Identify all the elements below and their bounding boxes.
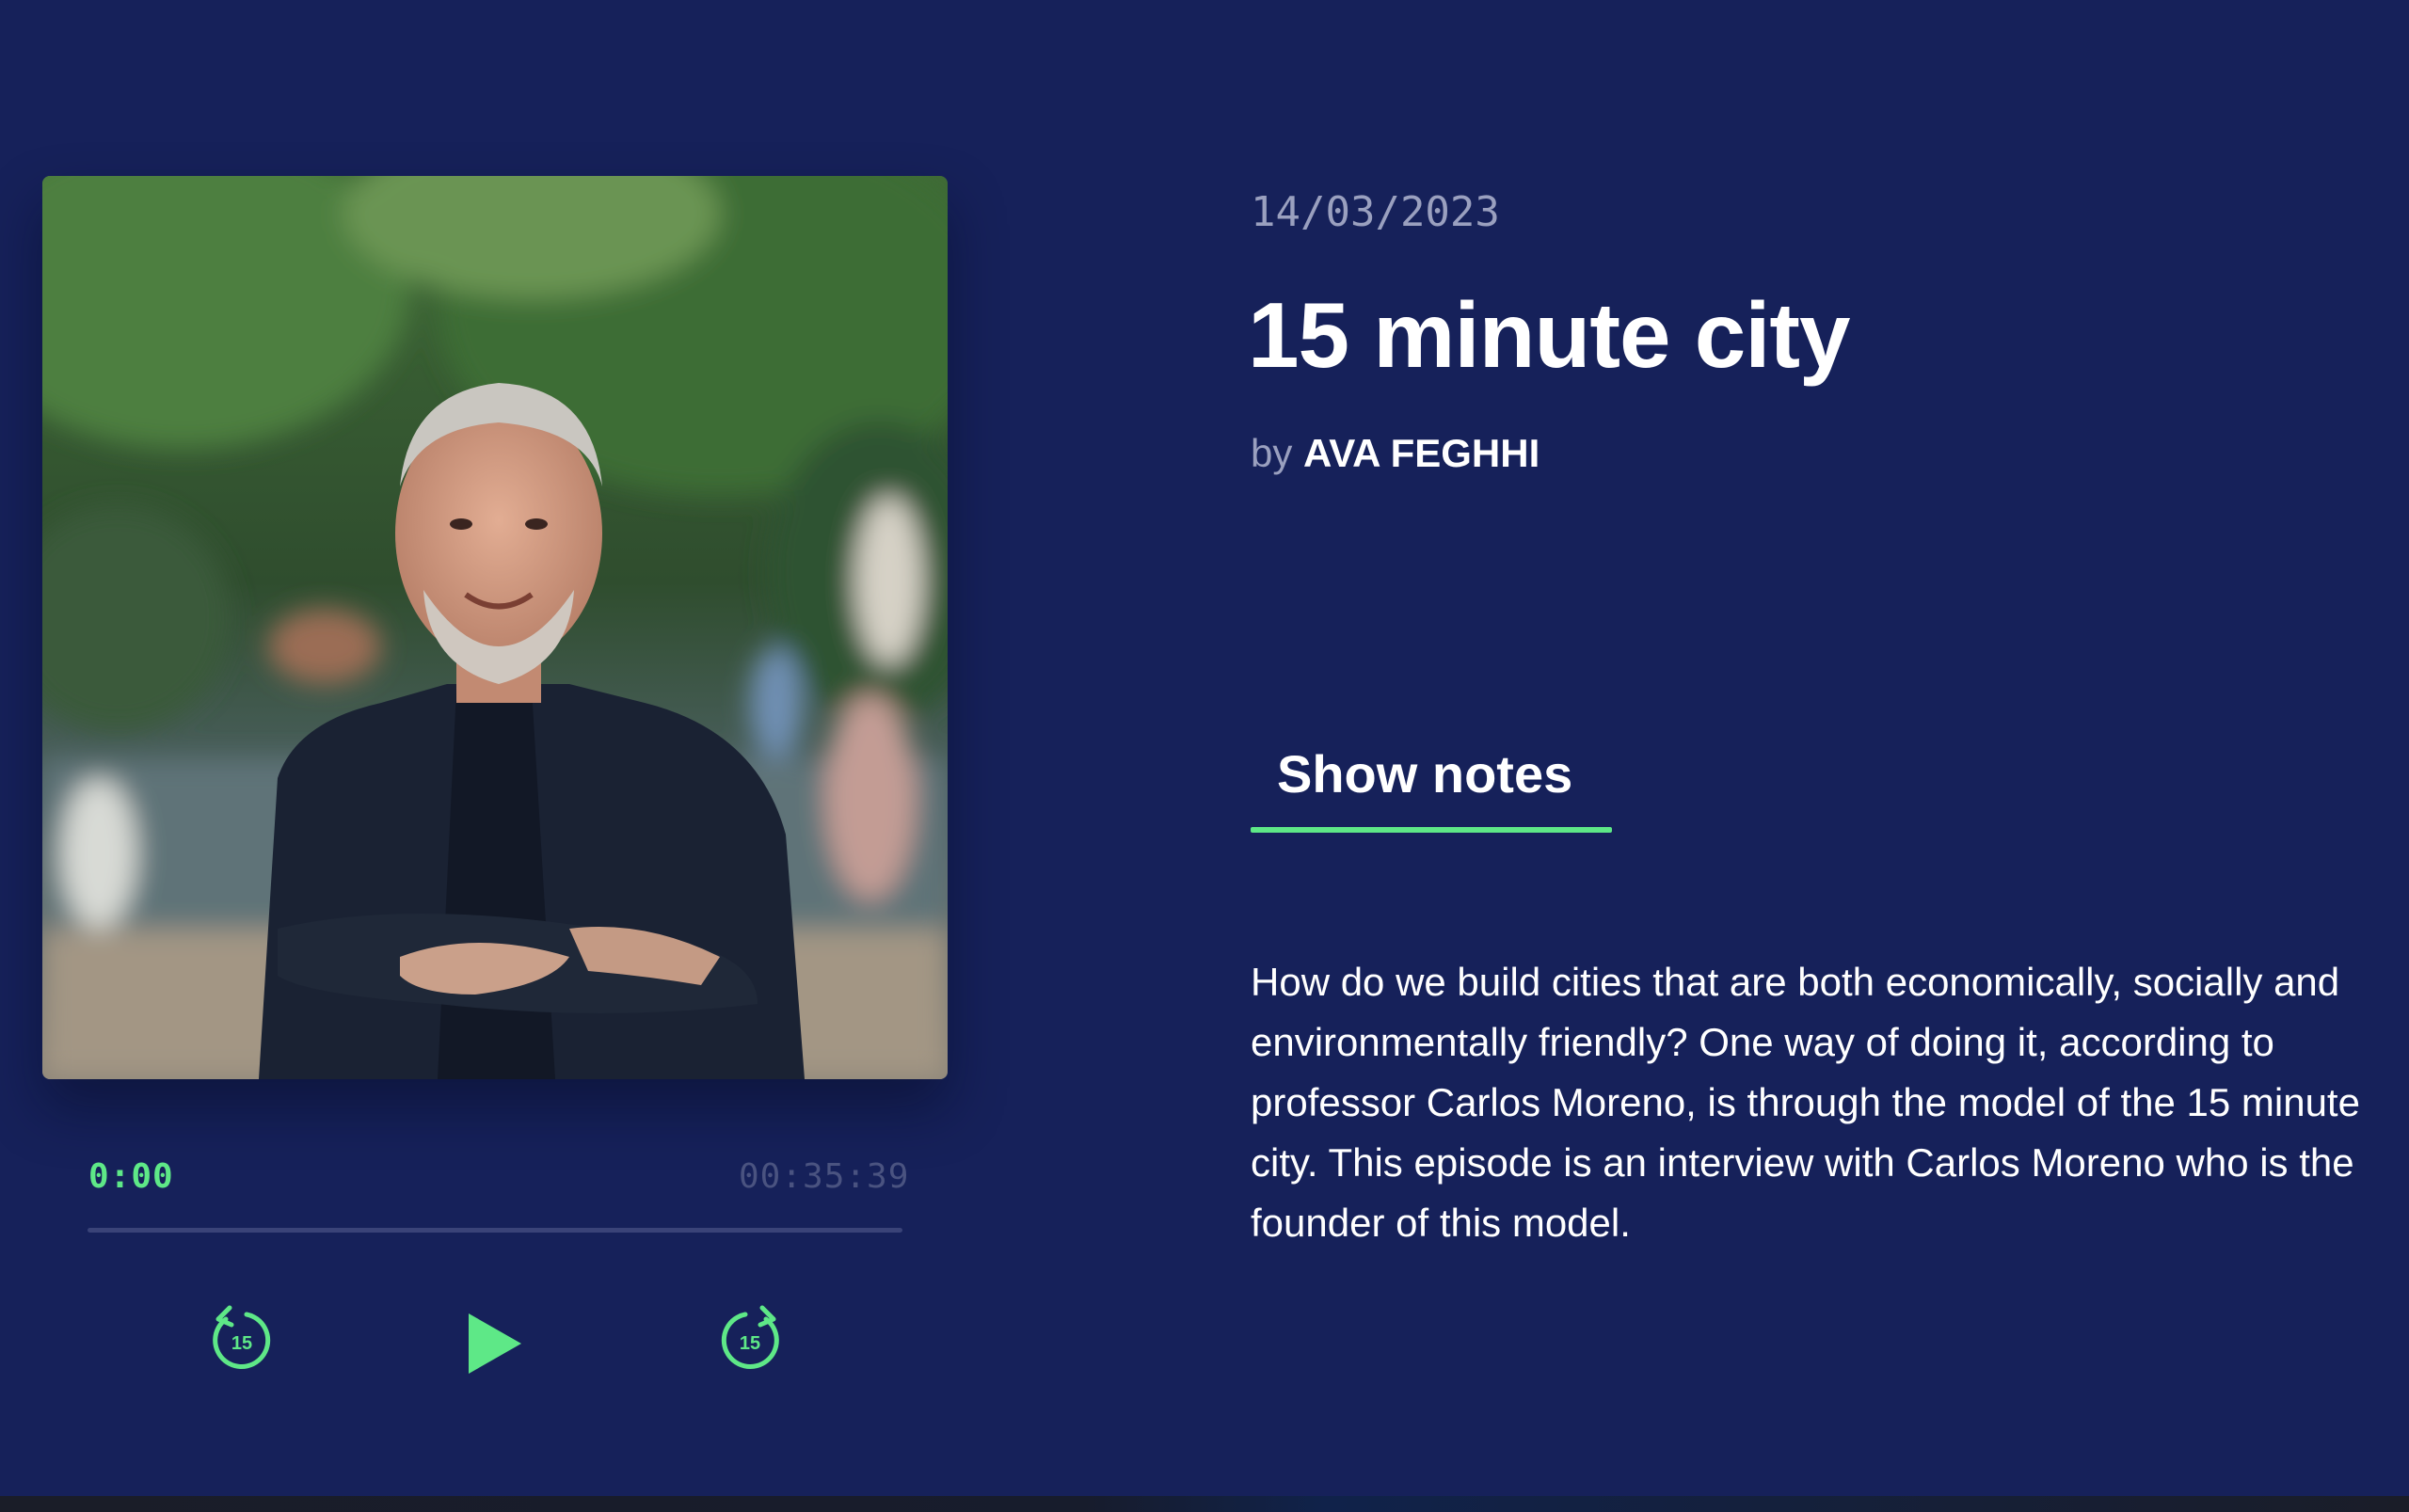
forward-15-icon: 15 (721, 1305, 779, 1369)
tab-show-notes[interactable]: Show notes (1251, 734, 1612, 833)
tab-show-notes-label: Show notes (1277, 744, 1573, 804)
bottom-edge-bar (0, 1496, 2409, 1512)
episode-page: 0:00 00:35:39 15 15 14/03/2023 15 minute… (0, 0, 2409, 1496)
episode-cover-image (42, 176, 948, 1079)
forward-seconds-label: 15 (740, 1333, 760, 1354)
byline-prefix: by (1251, 431, 1293, 475)
episode-title: 15 minute city (1248, 283, 1851, 387)
forward-15-button[interactable]: 15 (708, 1294, 792, 1378)
play-button[interactable] (450, 1298, 540, 1389)
active-tab-indicator (1251, 827, 1612, 833)
rewind-15-icon: 15 (213, 1305, 271, 1369)
show-notes-text: How do we build cities that are both eco… (1251, 960, 2360, 1245)
author-name[interactable]: AVA FEGHHI (1303, 431, 1540, 475)
episode-byline: by AVA FEGHHI (1251, 431, 1540, 476)
progress-bar[interactable] (88, 1228, 902, 1233)
total-duration: 00:35:39 (739, 1157, 910, 1196)
current-time: 0:00 (88, 1157, 174, 1196)
episode-date: 14/03/2023 (1251, 188, 1500, 236)
play-icon (469, 1313, 521, 1374)
cover-photo (42, 176, 948, 1079)
rewind-15-button[interactable]: 15 (199, 1294, 284, 1378)
rewind-seconds-label: 15 (231, 1333, 252, 1354)
